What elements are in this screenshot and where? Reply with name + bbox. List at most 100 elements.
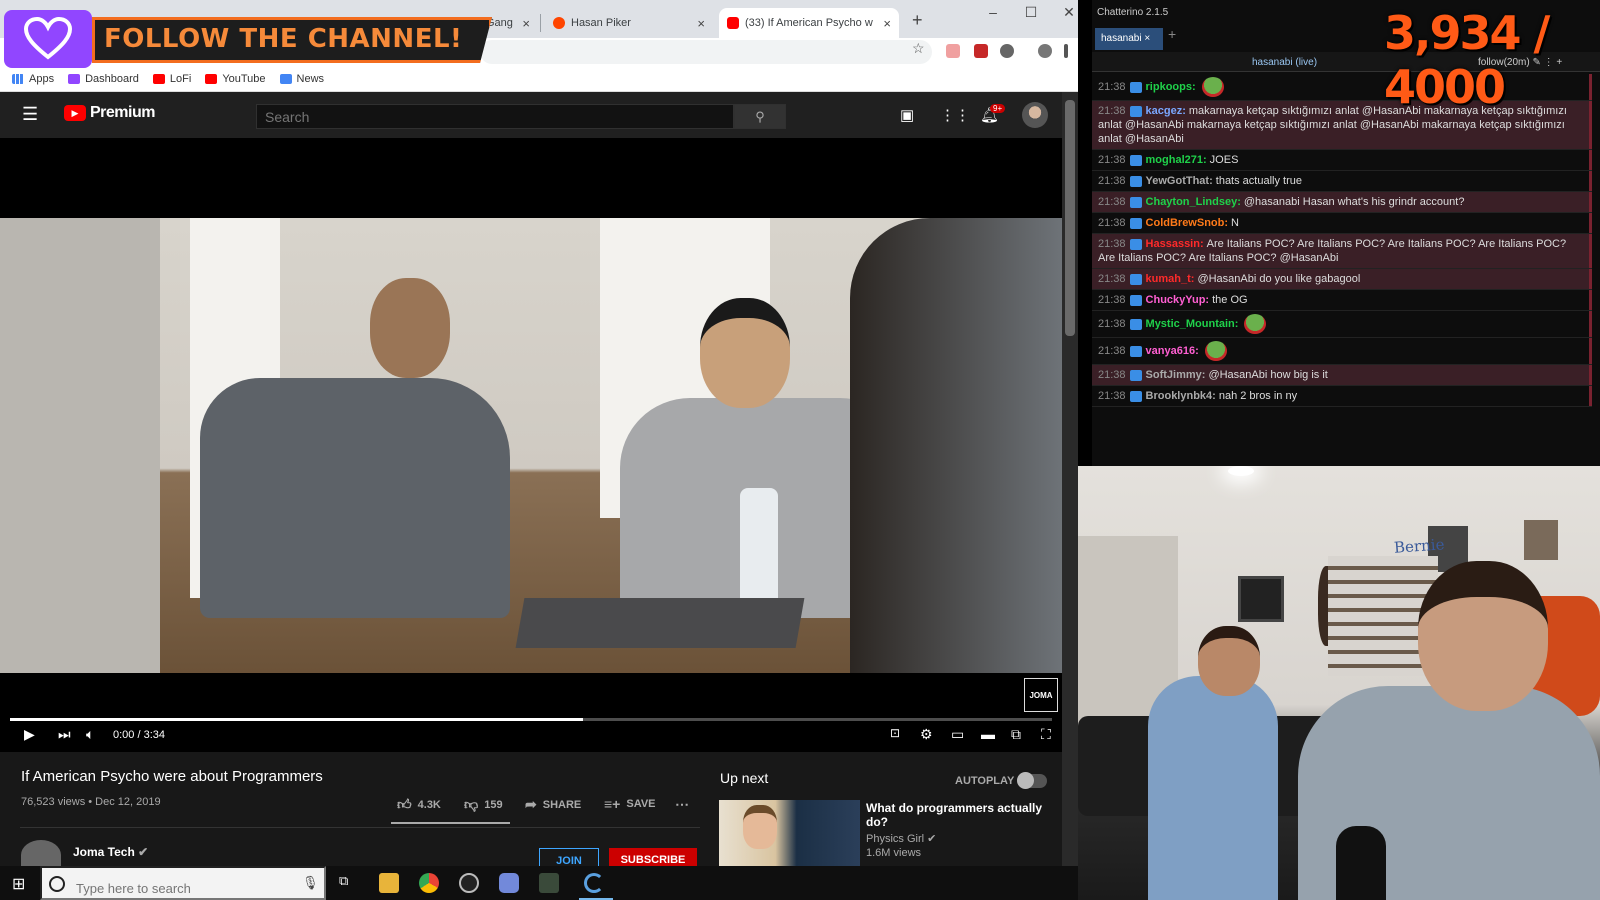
chat-username[interactable]: Mystic_Mountain: (1146, 318, 1239, 330)
extension-icon[interactable] (974, 44, 988, 58)
chat-message[interactable]: 21:38 SoftJimmy: @HasanAbi how big is it (1092, 365, 1592, 386)
search-button[interactable]: ⚲ (734, 104, 786, 129)
task-view-icon[interactable]: ⧉ (339, 873, 359, 893)
discord-icon[interactable] (499, 873, 519, 893)
chat-username[interactable]: ColdBrewSnob: (1146, 217, 1229, 229)
new-tab-button[interactable]: + (912, 10, 923, 31)
join-button[interactable]: JOIN (539, 848, 599, 866)
chat-username[interactable]: ripkoops: (1146, 81, 1196, 93)
chrome-icon[interactable] (419, 873, 439, 893)
close-icon[interactable]: × (883, 16, 891, 31)
tab-hasan-piker[interactable]: Hasan Piker × (545, 8, 713, 38)
extension-icon[interactable] (1000, 44, 1014, 58)
recommended-title[interactable]: What do programmers actually do? (866, 801, 1046, 829)
dislike-button[interactable]: 👎︎ 159 (464, 796, 503, 813)
more-actions-button[interactable]: ⋯ (675, 796, 689, 813)
chat-username[interactable]: moghal271: (1146, 154, 1207, 166)
chat-message[interactable]: 21:38 ColdBrewSnob: N (1092, 213, 1592, 234)
like-button[interactable]: 👍︎ 4.3K (397, 796, 441, 813)
close-icon[interactable]: × (522, 16, 530, 31)
profile-avatar-icon[interactable] (1038, 44, 1052, 58)
channel-avatar[interactable] (21, 840, 61, 866)
create-video-icon[interactable]: ▣ (900, 106, 914, 124)
hamburger-menu-icon[interactable]: ☰ (22, 104, 38, 125)
chat-message[interactable]: 21:38 YewGotThat: thats actually true (1092, 171, 1592, 192)
chat-channel-status[interactable]: hasanabi (live) (1252, 57, 1317, 68)
close-window-button[interactable]: ✕ (1054, 4, 1078, 21)
search-input[interactable] (256, 104, 734, 129)
channel-name[interactable]: Joma Tech ✔ (73, 845, 148, 859)
add-tab-button[interactable]: + (1168, 26, 1176, 42)
scrollbar-thumb[interactable] (1065, 100, 1075, 336)
chat-message[interactable]: 21:38 Chayton_Lindsey: @hasanabi Hasan wha… (1092, 192, 1592, 213)
cortana-icon[interactable] (49, 876, 65, 892)
video-frame[interactable] (0, 218, 1062, 673)
app-icon[interactable] (539, 873, 559, 893)
fullscreen-icon[interactable]: ⛶ (1041, 726, 1051, 743)
channel-watermark[interactable]: JOMA (1024, 678, 1058, 712)
chat-username[interactable]: kumah_t: (1146, 273, 1195, 285)
avatar[interactable] (1022, 102, 1048, 128)
bookmark-lofi[interactable]: LoFi (152, 73, 191, 85)
chat-message[interactable]: 21:38 Brooklynbk4: nah 2 bros in ny (1092, 386, 1592, 407)
subscriber-badge-icon (1129, 196, 1142, 208)
chat-username[interactable]: Chayton_Lindsey: (1146, 196, 1241, 208)
address-input[interactable] (480, 40, 932, 64)
more-icon: ⋯ (675, 796, 689, 812)
youtube-premium-logo[interactable]: ▶ Premium (64, 104, 155, 122)
next-icon[interactable]: ⏭ (58, 726, 71, 743)
save-button[interactable]: ≡+ SAVE (604, 796, 656, 812)
chat-message[interactable]: 21:38 vanya616: (1092, 338, 1592, 365)
windows-start-icon[interactable]: ⊞ (12, 874, 25, 894)
share-button[interactable]: ➦ SHARE (525, 796, 581, 813)
chat-username[interactable]: SoftJimmy: (1146, 369, 1206, 381)
captions-icon[interactable]: ⊡ (890, 726, 900, 740)
miniplayer-icon[interactable]: ▭ (951, 726, 964, 743)
bookmark-apps[interactable]: Apps (12, 73, 54, 85)
person-left (200, 378, 510, 618)
chat-username[interactable]: vanya616: (1146, 345, 1199, 357)
chatterino-icon[interactable] (584, 873, 604, 893)
obs-icon[interactable] (459, 873, 479, 893)
recommended-thumbnail[interactable] (719, 800, 860, 866)
chat-message[interactable]: 21:38 Mystic_Mountain: (1092, 311, 1592, 338)
recommended-channel[interactable]: Physics Girl ✔ (866, 832, 936, 845)
subscribe-button[interactable]: SUBSCRIBE (609, 848, 697, 866)
play-icon[interactable]: ▶ (24, 726, 35, 743)
file-explorer-icon[interactable] (379, 873, 399, 893)
autoplay-toggle-knob[interactable] (1017, 772, 1034, 789)
chat-message[interactable]: 21:38 moghal271: JOES (1092, 150, 1592, 171)
maximize-button[interactable]: ☐ (1016, 4, 1046, 21)
chat-timestamp: 21:38 (1098, 317, 1126, 330)
taskbar-search-input[interactable] (40, 866, 326, 900)
theater-mode-icon[interactable]: ▬ (981, 726, 995, 742)
settings-gear-icon[interactable]: ⚙ (920, 726, 933, 743)
bookmark-youtube[interactable]: YouTube (205, 73, 266, 85)
minimize-button[interactable]: – (978, 4, 1008, 20)
menu-kebab-icon[interactable] (1064, 44, 1068, 58)
extension-icon[interactable] (946, 44, 960, 58)
volume-icon[interactable]: 🔈︎ (86, 726, 94, 743)
tab-youtube-active[interactable]: (33) If American Psycho were × (719, 8, 899, 38)
video-meta: 76,523 views • Dec 12, 2019 (21, 796, 161, 808)
apps-grid-icon[interactable]: ⋮⋮ (940, 106, 970, 124)
chat-username[interactable]: kacgez: (1146, 105, 1186, 117)
chat-username[interactable]: YewGotThat: (1146, 175, 1213, 187)
bookmark-dashboard[interactable]: Dashboard (68, 73, 139, 85)
chat-message[interactable]: 21:38 kumah_t: @HasanAbi do you like gabag… (1092, 269, 1592, 290)
chat-tab-hasanabi[interactable]: hasanabi × (1095, 28, 1163, 50)
cast-icon[interactable]: ⧉ (1011, 726, 1021, 743)
chat-username[interactable]: Brooklynbk4: (1146, 390, 1216, 402)
chat-username[interactable]: ChuckyYup: (1146, 294, 1210, 306)
logo-text: Premium (90, 104, 155, 121)
bookmark-star-icon[interactable]: ☆ (912, 40, 925, 57)
chat-message[interactable]: 21:38 ChuckyYup: the OG (1092, 290, 1592, 311)
chat-username[interactable]: Hassassin: (1146, 238, 1204, 250)
bookmark-news[interactable]: News (279, 73, 324, 85)
close-icon[interactable]: × (1144, 33, 1150, 44)
chat-message[interactable]: 21:38 Hassassin: Are Italians POC? Are Ita… (1092, 234, 1592, 269)
close-icon[interactable]: × (697, 16, 705, 31)
microphone-icon[interactable]: 🎙︎ (302, 875, 319, 891)
thumbs-up-icon: 👍︎ (397, 796, 412, 812)
chat-message-list[interactable]: 21:38 ripkoops: 21:38 kacgez: makarnaya ketç… (1092, 74, 1592, 407)
